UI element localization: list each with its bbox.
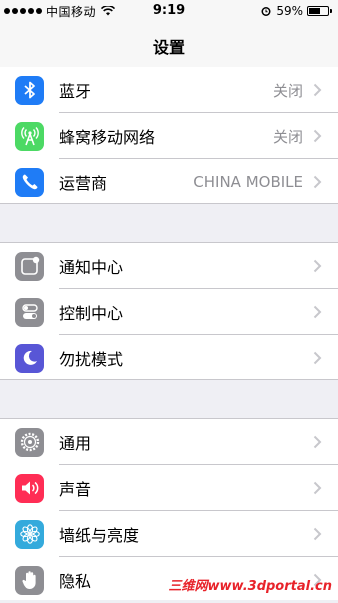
settings-row-bluetooth[interactable]: 蓝牙 关闭 xyxy=(0,67,338,113)
page-title: 设置 xyxy=(152,38,185,57)
row-label: 蓝牙 xyxy=(59,82,92,101)
battery-percent: 59% xyxy=(276,4,303,18)
chevron-right-icon xyxy=(313,305,322,319)
row-label: 声音 xyxy=(59,480,92,499)
flower-icon xyxy=(15,519,44,549)
chevron-right-icon xyxy=(313,351,322,365)
row-value: 关闭 xyxy=(272,127,303,146)
chevron-right-icon xyxy=(313,175,322,189)
settings-row-carrier[interactable]: 运营商 CHINA MOBILE xyxy=(0,159,338,205)
chevron-right-icon xyxy=(313,83,322,97)
settings-group-connectivity: 蓝牙 关闭 蜂窝移动网络 关闭 运营商 CHINA MOBILE xyxy=(0,67,338,204)
speaker-icon xyxy=(15,473,44,503)
settings-row-do-not-disturb[interactable]: 勿扰模式 xyxy=(0,335,338,381)
alarm-clock-icon xyxy=(261,7,271,16)
status-right: 59% xyxy=(260,3,332,19)
chevron-right-icon xyxy=(313,481,322,495)
row-label: 控制中心 xyxy=(59,304,124,323)
settings-row-wallpaper-brightness[interactable]: 墙纸与亮度 xyxy=(0,511,338,557)
status-bar: 中国移动 9:19 59% xyxy=(0,0,338,22)
battery-icon xyxy=(307,6,329,16)
phone-icon xyxy=(15,167,44,197)
settings-row-cellular[interactable]: 蜂窝移动网络 关闭 xyxy=(0,113,338,159)
gear-icon xyxy=(15,427,44,457)
hand-icon xyxy=(15,565,44,595)
chevron-right-icon xyxy=(313,129,322,143)
row-label: 运营商 xyxy=(59,174,108,193)
row-label: 勿扰模式 xyxy=(59,350,124,369)
settings-group-general: 通用 声音 墙纸与亮度 隐私 xyxy=(0,418,338,600)
settings-row-control-center[interactable]: 控制中心 xyxy=(0,289,338,335)
cellular-antenna-icon xyxy=(15,121,44,151)
chevron-right-icon xyxy=(313,527,322,541)
row-value: 关闭 xyxy=(272,81,303,100)
nav-bar: 设置 xyxy=(0,22,338,68)
moon-icon xyxy=(15,343,44,373)
row-label: 蜂窝移动网络 xyxy=(59,128,156,147)
row-label: 通知中心 xyxy=(59,258,124,277)
chevron-right-icon xyxy=(313,259,322,273)
watermark: 三维网www.3dportal.cn xyxy=(168,579,332,594)
settings-row-notification-center[interactable]: 通知中心 xyxy=(0,243,338,289)
row-value: CHINA MOBILE xyxy=(193,173,303,191)
control-center-icon xyxy=(15,297,44,327)
chevron-right-icon xyxy=(313,435,322,449)
settings-row-sounds[interactable]: 声音 xyxy=(0,465,338,511)
row-label: 墙纸与亮度 xyxy=(59,526,140,545)
notification-center-icon xyxy=(15,251,44,281)
settings-row-general[interactable]: 通用 xyxy=(0,419,338,465)
settings-group-notifications: 通知中心 控制中心 勿扰模式 xyxy=(0,242,338,380)
row-label: 通用 xyxy=(59,434,92,453)
bluetooth-icon xyxy=(15,75,44,105)
